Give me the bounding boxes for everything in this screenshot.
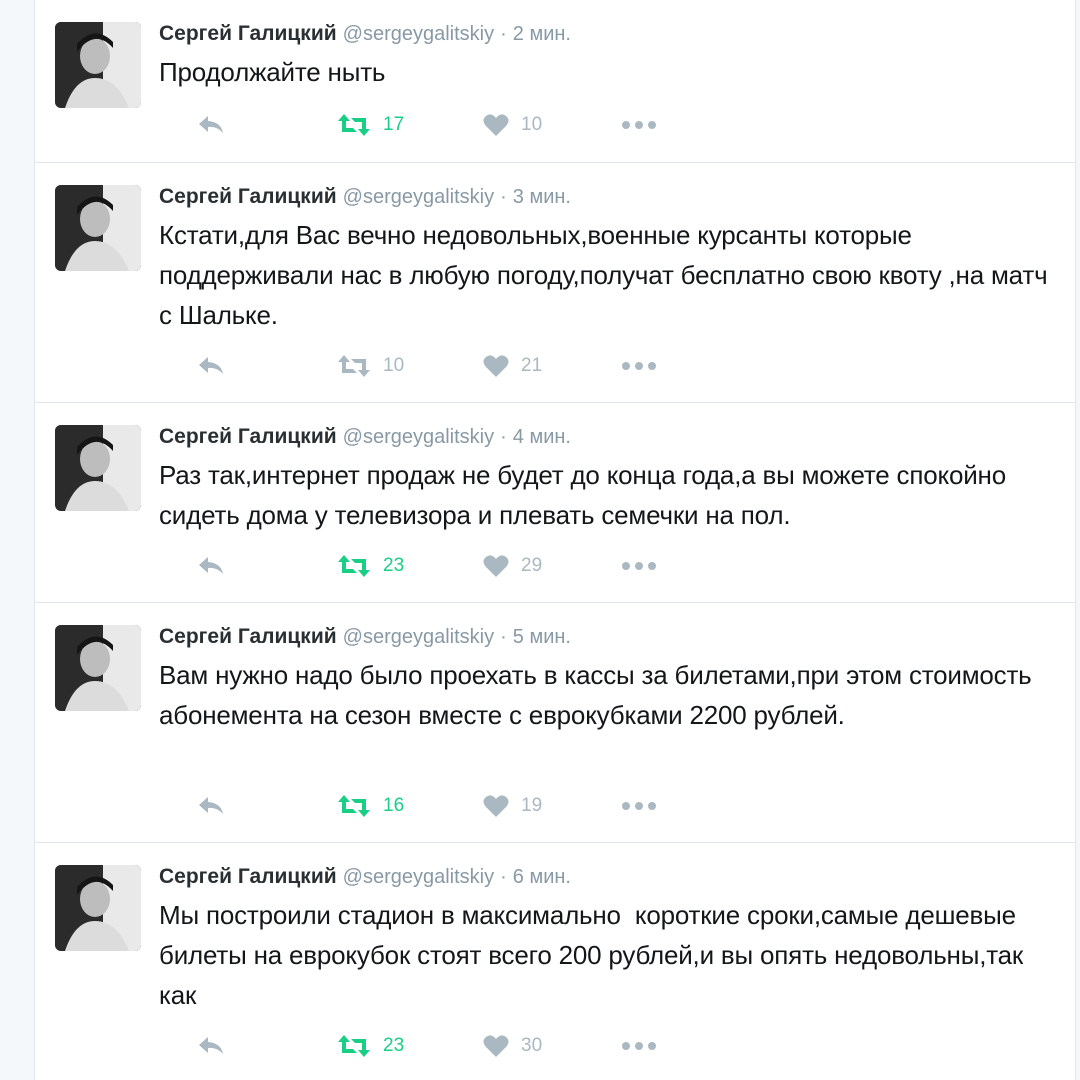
retweet-button[interactable]: 10 xyxy=(337,351,404,381)
more-icon xyxy=(621,1041,657,1051)
separator: · xyxy=(500,186,507,208)
tweet-header: Сергей Галицкий @sergeygalitskiy · 3 мин. xyxy=(159,183,571,211)
tweet-actions: 10 21 xyxy=(159,351,759,381)
retweet-icon xyxy=(337,354,371,378)
tweet[interactable]: Сергей Галицкий @sergeygalitskiy · 4 мин. Р… xyxy=(35,403,1075,603)
reply-icon xyxy=(197,114,225,136)
tweet-text: Кстати,для Вас вечно недовольных,военные… xyxy=(159,220,1048,330)
separator: · xyxy=(500,626,507,648)
tweet[interactable]: Сергей Галицкий @sergeygalitskiy · 6 мин. М… xyxy=(35,843,1075,1080)
like-count: 29 xyxy=(521,555,543,576)
author-handle[interactable]: @sergeygalitskiy xyxy=(343,626,494,648)
page: Сергей Галицкий @sergeygalitskiy · 2 мин. П… xyxy=(0,0,1080,1080)
more-icon xyxy=(621,120,657,130)
author-name[interactable]: Сергей Галицкий xyxy=(159,425,337,448)
author-name[interactable]: Сергей Галицкий xyxy=(159,865,337,888)
author-handle[interactable]: @sergeygalitskiy xyxy=(343,426,494,448)
avatar[interactable] xyxy=(55,865,141,951)
retweet-icon xyxy=(337,1034,371,1058)
like-button[interactable]: 30 xyxy=(483,1031,542,1061)
like-count: 21 xyxy=(521,355,543,376)
more-icon xyxy=(621,561,657,571)
tweet-actions: 16 19 xyxy=(159,791,759,821)
tweet-header: Сергей Галицкий @sergeygalitskiy · 4 мин. xyxy=(159,423,571,451)
more-icon xyxy=(621,361,657,371)
like-count: 30 xyxy=(521,1035,543,1056)
separator: · xyxy=(500,426,507,448)
tweet-header: Сергей Галицкий @sergeygalitskiy · 6 мин. xyxy=(159,863,571,891)
tweet-actions: 23 29 xyxy=(159,551,759,581)
like-button[interactable]: 21 xyxy=(483,351,542,381)
more-button[interactable] xyxy=(621,1031,657,1061)
tweet-actions: 17 10 xyxy=(159,110,759,140)
tweet-time[interactable]: 2 мин. xyxy=(513,23,571,45)
reply-button[interactable] xyxy=(197,791,225,821)
more-button[interactable] xyxy=(621,791,657,821)
like-button[interactable]: 19 xyxy=(483,791,542,821)
author-handle[interactable]: @sergeygalitskiy xyxy=(343,866,494,888)
tweet[interactable]: Сергей Галицкий @sergeygalitskiy · 3 мин. К… xyxy=(35,163,1075,403)
tweet[interactable]: Сергей Галицкий @sergeygalitskiy · 2 мин. П… xyxy=(35,0,1075,163)
reply-button[interactable] xyxy=(197,1031,225,1061)
retweet-button[interactable]: 23 xyxy=(337,1031,404,1061)
retweet-count: 23 xyxy=(383,555,405,576)
retweet-icon xyxy=(337,113,371,137)
author-handle[interactable]: @sergeygalitskiy xyxy=(343,186,494,208)
tweet-actions: 23 30 xyxy=(159,1031,759,1061)
like-button[interactable]: 29 xyxy=(483,551,542,581)
like-button[interactable]: 10 xyxy=(483,110,542,140)
separator: · xyxy=(500,23,507,45)
separator: · xyxy=(500,866,507,888)
retweet-button[interactable]: 17 xyxy=(337,110,404,140)
tweet-timeline: Сергей Галицкий @sergeygalitskiy · 2 мин. П… xyxy=(34,0,1076,1080)
author-name[interactable]: Сергей Галицкий xyxy=(159,625,337,648)
tweet-time[interactable]: 3 мин. xyxy=(513,186,571,208)
tweet-header: Сергей Галицкий @sergeygalitskiy · 5 мин. xyxy=(159,623,571,651)
avatar[interactable] xyxy=(55,185,141,271)
reply-icon xyxy=(197,1035,225,1057)
tweet-text: Раз так,интернет продаж не будет до конц… xyxy=(159,460,1006,530)
retweet-icon xyxy=(337,794,371,818)
reply-icon xyxy=(197,795,225,817)
tweet-text: Вам нужно надо было проехать в кассы за … xyxy=(159,660,1032,730)
author-handle[interactable]: @sergeygalitskiy xyxy=(343,23,494,45)
avatar[interactable] xyxy=(55,625,141,711)
tweet-time[interactable]: 4 мин. xyxy=(513,426,571,448)
tweet-text: Продолжайте ныть xyxy=(159,57,386,87)
like-count: 10 xyxy=(521,114,543,135)
retweet-count: 10 xyxy=(383,355,405,376)
more-icon xyxy=(621,801,657,811)
heart-icon xyxy=(483,1034,509,1058)
retweet-count: 23 xyxy=(383,1035,405,1056)
retweet-count: 17 xyxy=(383,114,405,135)
tweet-header: Сергей Галицкий @sergeygalitskiy · 2 мин. xyxy=(159,20,571,48)
more-button[interactable] xyxy=(621,351,657,381)
reply-icon xyxy=(197,555,225,577)
retweet-button[interactable]: 16 xyxy=(337,791,404,821)
heart-icon xyxy=(483,794,509,818)
like-count: 19 xyxy=(521,795,543,816)
author-name[interactable]: Сергей Галицкий xyxy=(159,22,337,45)
tweet-time[interactable]: 5 мин. xyxy=(513,626,571,648)
heart-icon xyxy=(483,554,509,578)
more-button[interactable] xyxy=(621,110,657,140)
reply-button[interactable] xyxy=(197,351,225,381)
heart-icon xyxy=(483,113,509,137)
author-name[interactable]: Сергей Галицкий xyxy=(159,185,337,208)
reply-icon xyxy=(197,355,225,377)
avatar[interactable] xyxy=(55,22,141,108)
retweet-button[interactable]: 23 xyxy=(337,551,404,581)
tweet-text: Мы построили стадион в максимально корот… xyxy=(159,900,1031,1010)
avatar[interactable] xyxy=(55,425,141,511)
reply-button[interactable] xyxy=(197,551,225,581)
tweet-time[interactable]: 6 мин. xyxy=(513,866,571,888)
more-button[interactable] xyxy=(621,551,657,581)
tweet[interactable]: Сергей Галицкий @sergeygalitskiy · 5 мин. В… xyxy=(35,603,1075,843)
reply-button[interactable] xyxy=(197,110,225,140)
retweet-count: 16 xyxy=(383,795,405,816)
heart-icon xyxy=(483,354,509,378)
retweet-icon xyxy=(337,554,371,578)
